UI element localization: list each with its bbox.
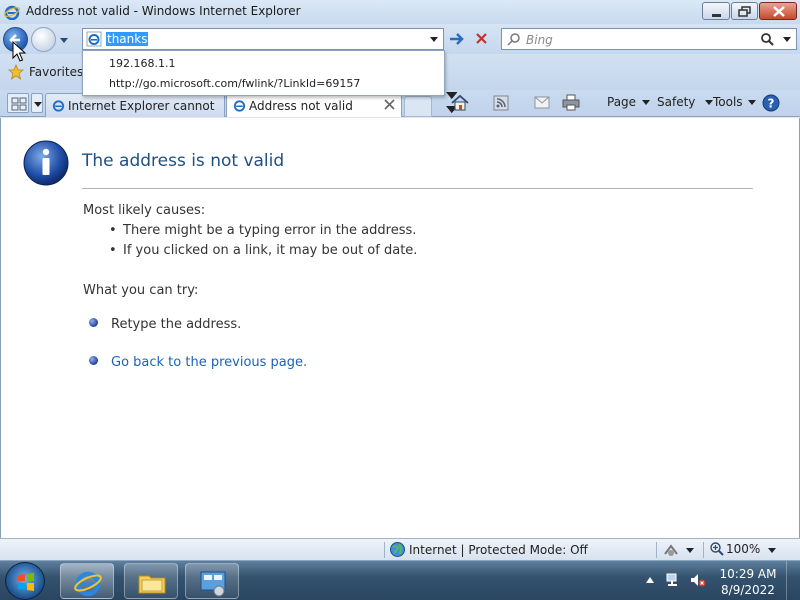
restore-icon bbox=[738, 6, 751, 17]
page-menu-label: Page bbox=[607, 95, 637, 109]
address-input[interactable]: thanks bbox=[106, 32, 149, 46]
go-back-link[interactable]: Go back to the previous page. bbox=[111, 355, 307, 370]
cause-item: • If you clicked on a link, it may be out… bbox=[109, 243, 418, 258]
tab-label: Internet Explorer cannot di... bbox=[68, 99, 218, 113]
globe-icon bbox=[390, 542, 405, 557]
tab-address-not-valid[interactable]: Address not valid bbox=[226, 93, 402, 117]
retype-address-text: Retype the address. bbox=[111, 317, 242, 332]
zone-text: Internet | Protected Mode: Off bbox=[409, 543, 588, 557]
chevron-down-icon bbox=[642, 100, 650, 105]
windows-logo-icon bbox=[18, 573, 34, 591]
tab-cannot-display[interactable]: Internet Explorer cannot di... bbox=[45, 93, 225, 117]
favorites-star-icon[interactable] bbox=[8, 64, 24, 80]
taskbar-windows-explorer[interactable] bbox=[124, 563, 178, 599]
close-window-button[interactable] bbox=[759, 2, 797, 20]
tools-menu-label: Tools bbox=[713, 95, 743, 109]
search-provider-icon bbox=[507, 33, 520, 46]
ie-logo-icon bbox=[74, 571, 102, 597]
divider bbox=[656, 542, 657, 558]
cause-text: There might be a typing error in the add… bbox=[123, 223, 417, 238]
chevron-down-icon bbox=[34, 102, 42, 107]
close-tab-icon[interactable] bbox=[384, 99, 395, 110]
chevron-down-icon[interactable] bbox=[686, 548, 694, 554]
clock-time: 10:29 AM bbox=[719, 567, 777, 581]
show-desktop-button[interactable] bbox=[786, 561, 800, 600]
chevron-down-icon bbox=[748, 100, 756, 105]
close-icon bbox=[773, 6, 785, 17]
help-icon[interactable]: ? bbox=[762, 94, 780, 112]
zoom-level: 100% bbox=[726, 542, 761, 556]
home-icon[interactable] bbox=[450, 94, 470, 112]
svg-text:?: ? bbox=[768, 97, 775, 111]
page-menu[interactable]: Page bbox=[607, 94, 651, 112]
taskbar-internet-explorer[interactable] bbox=[60, 563, 114, 599]
cause-text: If you clicked on a link, it may be out … bbox=[123, 243, 418, 258]
feeds-icon[interactable] bbox=[493, 95, 509, 111]
print-icon[interactable] bbox=[562, 94, 580, 111]
autocomplete-item[interactable]: http://go.microsoft.com/fwlink/?LinkId=6… bbox=[109, 77, 360, 90]
add-ons-icon[interactable] bbox=[662, 542, 680, 558]
quick-tabs-button[interactable] bbox=[7, 93, 29, 113]
command-bar: Page Safety Tools ? bbox=[446, 90, 780, 142]
minimize-icon bbox=[712, 14, 721, 17]
go-arrow-icon[interactable] bbox=[447, 30, 467, 48]
mail-icon[interactable] bbox=[534, 96, 550, 109]
maximize-button[interactable] bbox=[731, 2, 758, 20]
safety-menu[interactable]: Safety bbox=[657, 94, 715, 112]
tab-list-button[interactable] bbox=[31, 93, 43, 113]
address-autocomplete-dropdown: 192.168.1.1 http://go.microsoft.com/fwli… bbox=[82, 50, 445, 96]
new-tab-button[interactable] bbox=[404, 96, 432, 117]
mouse-cursor-icon bbox=[12, 41, 26, 62]
page-content: The address is not valid Most likely cau… bbox=[0, 118, 800, 538]
chevron-down-icon[interactable] bbox=[768, 548, 776, 554]
clock-date: 8/9/2022 bbox=[721, 583, 775, 597]
control-panel-icon bbox=[200, 571, 226, 597]
taskbar: 10:29 AM 8/9/2022 bbox=[0, 560, 800, 600]
quick-tabs-icon bbox=[11, 97, 27, 111]
search-input[interactable]: Bing bbox=[526, 33, 553, 47]
forward-button[interactable] bbox=[31, 27, 56, 52]
minimize-button[interactable] bbox=[702, 2, 730, 20]
safety-menu-label: Safety bbox=[657, 95, 696, 109]
taskbar-control-panel[interactable] bbox=[185, 563, 239, 599]
bullet-icon bbox=[89, 318, 98, 327]
search-icon[interactable] bbox=[760, 32, 774, 46]
recent-pages-dropdown-icon[interactable] bbox=[58, 34, 70, 46]
address-dropdown-icon[interactable] bbox=[429, 34, 439, 44]
divider bbox=[82, 188, 753, 189]
start-button[interactable] bbox=[5, 562, 45, 600]
tab-label: Address not valid bbox=[249, 99, 353, 113]
status-bar: Internet | Protected Mode: Off 100% bbox=[0, 538, 800, 560]
search-options-dropdown-icon[interactable] bbox=[782, 34, 792, 44]
page-title: The address is not valid bbox=[82, 151, 285, 171]
address-bar[interactable]: thanks bbox=[82, 28, 444, 50]
title-bar: Address not valid - Windows Internet Exp… bbox=[0, 0, 800, 24]
show-hidden-icons-icon[interactable] bbox=[646, 577, 654, 583]
autocomplete-item[interactable]: 192.168.1.1 bbox=[109, 57, 175, 70]
clock[interactable]: 10:29 AM 8/9/2022 bbox=[716, 566, 780, 598]
bullet-icon bbox=[89, 356, 98, 365]
causes-heading: Most likely causes: bbox=[83, 203, 206, 218]
try-heading: What you can try: bbox=[83, 283, 199, 298]
info-icon bbox=[23, 140, 69, 186]
volume-muted-icon[interactable] bbox=[690, 573, 706, 587]
zoom-icon bbox=[710, 542, 724, 556]
folder-icon bbox=[138, 575, 166, 594]
ie-page-icon bbox=[52, 100, 65, 112]
divider bbox=[384, 542, 385, 558]
chevron-down-icon bbox=[705, 100, 713, 105]
divider bbox=[703, 542, 704, 558]
tools-menu[interactable]: Tools bbox=[713, 94, 759, 112]
search-box[interactable]: Bing bbox=[501, 28, 797, 50]
favorites-button[interactable]: Favorites bbox=[29, 65, 83, 79]
network-icon[interactable] bbox=[666, 573, 682, 587]
window-title: Address not valid - Windows Internet Exp… bbox=[26, 4, 301, 18]
cause-item: • There might be a typing error in the ad… bbox=[109, 223, 417, 238]
ie-logo-icon bbox=[4, 5, 20, 20]
ie-page-icon bbox=[86, 31, 102, 47]
ie-page-icon bbox=[233, 100, 246, 112]
stop-icon[interactable] bbox=[472, 30, 492, 48]
